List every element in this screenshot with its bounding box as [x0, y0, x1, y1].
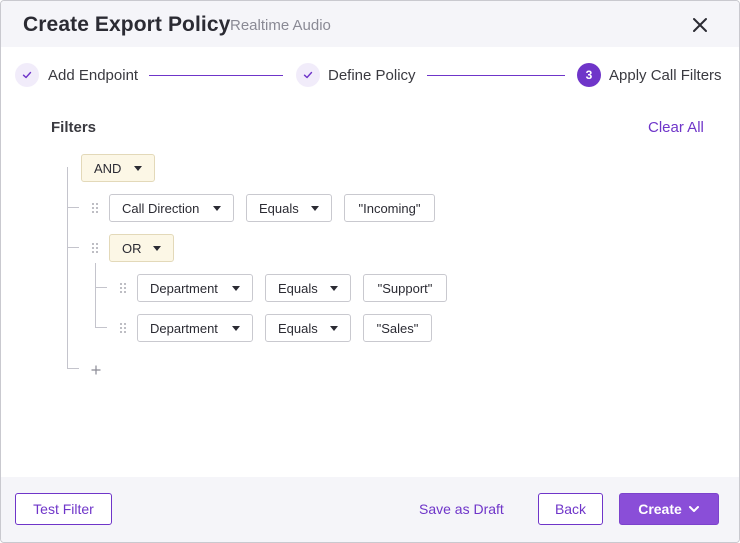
caret-down-icon [153, 246, 161, 251]
dialog-subtitle: Realtime Audio [230, 17, 331, 34]
plus-icon [91, 365, 101, 375]
filters-panel: Filters Clear All AND Call Direction Equ… [1, 103, 739, 477]
group-tree-line [95, 263, 96, 328]
root-operator-dropdown[interactable]: AND [81, 154, 155, 182]
group-operator-dropdown[interactable]: OR [109, 234, 174, 262]
tree-branch [95, 287, 107, 288]
step-3-label: Apply Call Filters [609, 67, 722, 84]
caret-down-icon [330, 286, 338, 291]
filters-heading: Filters [51, 119, 97, 136]
create-button[interactable]: Create [619, 493, 719, 525]
caret-down-icon [134, 166, 142, 171]
rule-operator-label: Equals [278, 280, 318, 296]
add-rule-button[interactable] [90, 363, 102, 375]
drag-handle-icon[interactable] [92, 243, 100, 255]
drag-handle-icon[interactable] [92, 203, 100, 215]
check-icon [22, 71, 32, 79]
step-1-indicator [15, 63, 39, 87]
step-2-label: Define Policy [328, 67, 416, 84]
stepper: Add Endpoint Define Policy 3 Apply Call … [1, 47, 739, 103]
create-button-label: Create [638, 501, 682, 517]
clear-all-link[interactable]: Clear All [648, 119, 704, 136]
rule-field-label: Call Direction [122, 200, 200, 216]
caret-down-icon [330, 326, 338, 331]
create-export-policy-dialog: Create Export Policy Realtime Audio Add … [0, 0, 740, 543]
root-operator-label: AND [94, 160, 122, 176]
rule-field-dropdown[interactable]: Call Direction [109, 194, 234, 222]
rule-operator-dropdown[interactable]: Equals [246, 194, 332, 222]
check-icon [303, 71, 313, 79]
rule-operator-dropdown[interactable]: Equals [265, 274, 351, 302]
rule-value-input[interactable]: "Support" [363, 274, 447, 302]
tree-branch [67, 368, 79, 369]
step-1-label: Add Endpoint [48, 67, 139, 84]
tree-branch [95, 327, 107, 328]
rule-value-input[interactable]: "Sales" [363, 314, 432, 342]
caret-down-icon [311, 206, 319, 211]
group-operator-label: OR [122, 240, 142, 256]
save-as-draft-button[interactable]: Save as Draft [419, 501, 504, 517]
step-3-indicator: 3 [577, 63, 601, 87]
rule-field-dropdown[interactable]: Department [137, 314, 253, 342]
dialog-footer: Test Filter Save as Draft Back Create [1, 477, 739, 542]
tree-branch [67, 247, 79, 248]
step-2-indicator [296, 63, 320, 87]
dialog-title: Create Export Policy [23, 13, 231, 36]
back-button[interactable]: Back [538, 493, 603, 525]
drag-handle-icon[interactable] [120, 323, 128, 335]
caret-down-icon [232, 326, 240, 331]
close-button[interactable] [688, 13, 712, 37]
drag-handle-icon[interactable] [120, 283, 128, 295]
step-connector-2 [427, 75, 565, 76]
rule-operator-dropdown[interactable]: Equals [265, 314, 351, 342]
rule-operator-label: Equals [259, 200, 299, 216]
rule-field-label: Department [150, 320, 218, 336]
chevron-down-icon [688, 506, 699, 512]
caret-down-icon [232, 286, 240, 291]
rule-value-input[interactable]: "Incoming" [344, 194, 435, 222]
root-tree-line [67, 167, 68, 369]
rule-field-dropdown[interactable]: Department [137, 274, 253, 302]
dialog-header: Create Export Policy Realtime Audio [1, 1, 739, 47]
step-connector-1 [149, 75, 283, 76]
caret-down-icon [213, 206, 221, 211]
rule-operator-label: Equals [278, 320, 318, 336]
close-icon [693, 18, 707, 32]
tree-branch [67, 207, 79, 208]
test-filter-button[interactable]: Test Filter [15, 493, 112, 525]
rule-field-label: Department [150, 280, 218, 296]
